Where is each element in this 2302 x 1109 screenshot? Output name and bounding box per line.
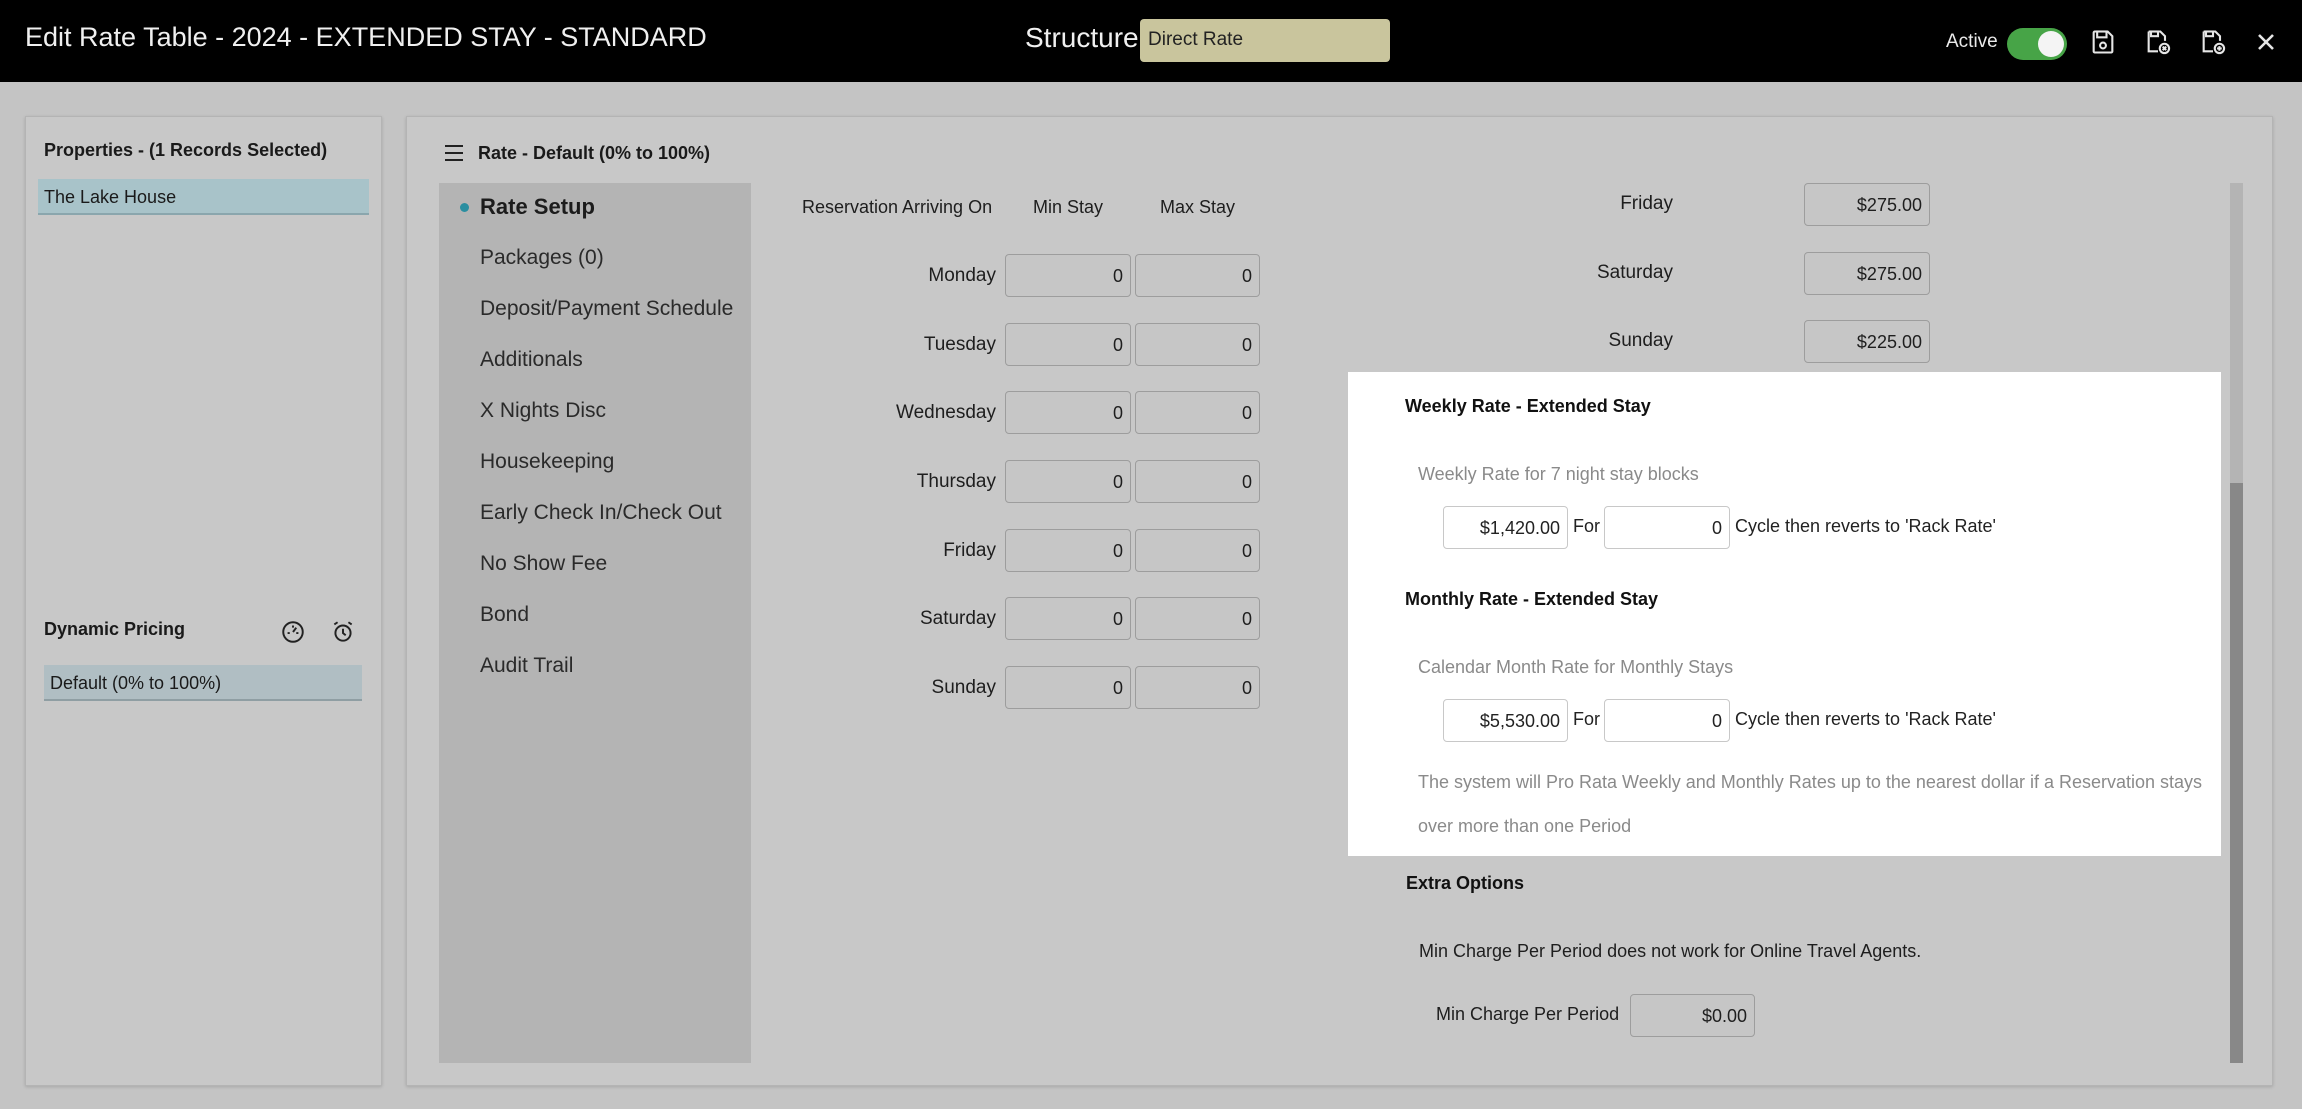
left-panel: Properties - (1 Records Selected) The La… bbox=[25, 116, 382, 1086]
nav-bond[interactable]: Bond bbox=[480, 603, 529, 627]
structure-label: Structure bbox=[1025, 22, 1139, 53]
weekly-cycles-input[interactable]: 0 bbox=[1604, 506, 1730, 549]
section-nav: Rate Setup Packages (0) Deposit/Payment … bbox=[439, 183, 751, 1063]
day-label: Tuesday bbox=[923, 334, 996, 355]
active-toggle[interactable] bbox=[2007, 28, 2067, 60]
weekly-heading: Weekly Rate - Extended Stay bbox=[1405, 396, 1651, 416]
rate-day-label: Sunday bbox=[1608, 330, 1673, 351]
structure-select[interactable]: Direct Rate bbox=[1140, 19, 1390, 62]
day-rate-input[interactable]: $275.00 bbox=[1804, 252, 1930, 295]
day-label: Sunday bbox=[931, 677, 996, 698]
nav-x-nights-disc[interactable]: X Nights Disc bbox=[480, 399, 606, 423]
weekly-subtitle: Weekly Rate for 7 night stay blocks bbox=[1418, 464, 1699, 484]
weekly-cycle-text: Cycle then reverts to 'Rack Rate' bbox=[1735, 516, 1996, 536]
extended-stay-card: Weekly Rate - Extended Stay Weekly Rate … bbox=[1348, 372, 2221, 856]
pro-rata-note: The system will Pro Rata Weekly and Mont… bbox=[1418, 772, 2203, 836]
day-label: Thursday bbox=[916, 471, 996, 492]
weekly-rate-input[interactable]: $1,420.00 bbox=[1443, 506, 1568, 549]
monthly-rate-input[interactable]: $5,530.00 bbox=[1443, 699, 1568, 742]
max-stay-input[interactable]: 0 bbox=[1135, 254, 1260, 297]
nav-rate-setup[interactable]: Rate Setup bbox=[480, 194, 595, 220]
monthly-heading: Monthly Rate - Extended Stay bbox=[1405, 589, 1659, 609]
column-header-min-stay: Min Stay bbox=[1033, 197, 1104, 217]
menu-icon[interactable] bbox=[445, 145, 463, 161]
save-and-new-icon[interactable] bbox=[2197, 26, 2229, 58]
min-stay-input[interactable]: 0 bbox=[1005, 597, 1131, 640]
scrollbar[interactable] bbox=[2230, 183, 2243, 1063]
max-stay-input[interactable]: 0 bbox=[1135, 666, 1260, 709]
property-item[interactable]: The Lake House bbox=[38, 179, 369, 215]
column-header-arriving: Reservation Arriving On bbox=[802, 197, 993, 217]
min-charge-input[interactable]: $0.00 bbox=[1630, 994, 1755, 1037]
nav-additionals[interactable]: Additionals bbox=[480, 348, 583, 372]
day-rate-input[interactable]: $275.00 bbox=[1804, 183, 1930, 226]
min-stay-input[interactable]: 0 bbox=[1005, 529, 1131, 572]
scrollbar-thumb[interactable] bbox=[2230, 483, 2243, 1063]
dynamic-pricing-item[interactable]: Default (0% to 100%) bbox=[44, 665, 362, 701]
min-stay-input[interactable]: 0 bbox=[1005, 391, 1131, 434]
rate-day-label: Saturday bbox=[1596, 262, 1673, 283]
nav-packages[interactable]: Packages (0) bbox=[480, 246, 604, 270]
max-stay-input[interactable]: 0 bbox=[1135, 529, 1260, 572]
nav-housekeeping[interactable]: Housekeeping bbox=[480, 450, 614, 474]
max-stay-input[interactable]: 0 bbox=[1135, 391, 1260, 434]
monthly-cycles-input[interactable]: 0 bbox=[1604, 699, 1730, 742]
close-icon[interactable] bbox=[2250, 26, 2282, 58]
save-icon[interactable] bbox=[2087, 26, 2119, 58]
rate-title: Rate - Default (0% to 100%) bbox=[478, 143, 711, 163]
nav-no-show-fee[interactable]: No Show Fee bbox=[480, 552, 607, 576]
properties-heading: Properties - (1 Records Selected) bbox=[44, 140, 328, 160]
pricing-gauge-icon[interactable] bbox=[278, 617, 308, 647]
top-bar: Edit Rate Table - 2024 - EXTENDED STAY -… bbox=[0, 0, 2302, 82]
day-label: Monday bbox=[928, 265, 996, 286]
page-title: Edit Rate Table - 2024 - EXTENDED STAY -… bbox=[25, 22, 707, 52]
active-indicator-icon bbox=[460, 203, 469, 212]
ota-warning: Min Charge Per Period does not work for … bbox=[1419, 941, 1922, 961]
column-header-max-stay: Max Stay bbox=[1160, 197, 1236, 217]
max-stay-input[interactable]: 0 bbox=[1135, 460, 1260, 503]
active-label: Active bbox=[1946, 31, 1998, 52]
min-stay-input[interactable]: 0 bbox=[1005, 254, 1131, 297]
day-rate-input[interactable]: $225.00 bbox=[1804, 320, 1930, 363]
monthly-cycle-text: Cycle then reverts to 'Rack Rate' bbox=[1735, 709, 1996, 729]
day-label: Wednesday bbox=[896, 402, 996, 423]
extra-options-heading: Extra Options bbox=[1406, 873, 1525, 893]
toggle-knob bbox=[2038, 31, 2064, 57]
dynamic-pricing-heading: Dynamic Pricing bbox=[44, 619, 186, 639]
max-stay-input[interactable]: 0 bbox=[1135, 597, 1260, 640]
max-stay-input[interactable]: 0 bbox=[1135, 323, 1260, 366]
nav-early-check-in[interactable]: Early Check In/Check Out bbox=[480, 501, 722, 525]
rate-day-label: Friday bbox=[1620, 193, 1673, 214]
min-stay-input[interactable]: 0 bbox=[1005, 460, 1131, 503]
nav-audit-trail[interactable]: Audit Trail bbox=[480, 654, 573, 678]
min-stay-input[interactable]: 0 bbox=[1005, 323, 1131, 366]
monthly-for-label: For bbox=[1573, 709, 1600, 729]
min-charge-label: Min Charge Per Period bbox=[1436, 1004, 1620, 1024]
alarm-clock-icon[interactable] bbox=[328, 617, 358, 647]
day-label: Saturday bbox=[919, 608, 996, 629]
day-label: Friday bbox=[943, 540, 996, 561]
min-stay-input[interactable]: 0 bbox=[1005, 666, 1131, 709]
save-and-close-icon[interactable] bbox=[2142, 26, 2174, 58]
monthly-subtitle: Calendar Month Rate for Monthly Stays bbox=[1418, 657, 1734, 677]
weekly-for-label: For bbox=[1573, 516, 1600, 536]
nav-deposit-payment-schedule[interactable]: Deposit/Payment Schedule bbox=[480, 297, 733, 321]
